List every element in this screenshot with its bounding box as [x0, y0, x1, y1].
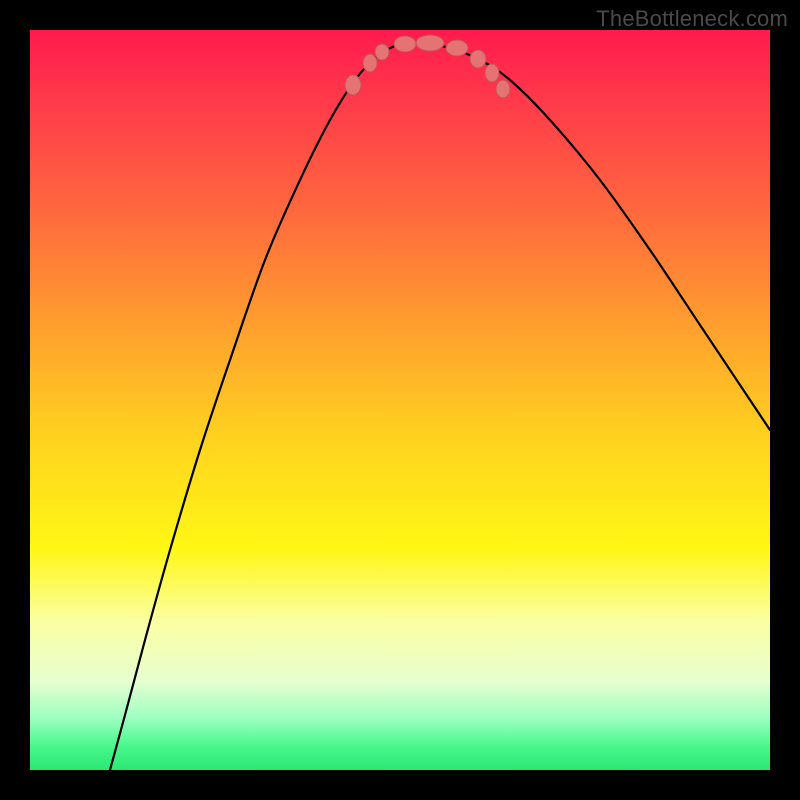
curve-marker-6	[470, 50, 486, 68]
watermark-text: TheBottleneck.com	[596, 6, 788, 32]
curve-marker-1	[363, 54, 377, 72]
curve-marker-5	[446, 40, 468, 56]
bottleneck-curve	[110, 44, 770, 771]
curve-markers	[345, 35, 510, 98]
curve-marker-8	[496, 80, 510, 98]
curve-marker-3	[394, 36, 416, 52]
curve-marker-0	[345, 75, 361, 95]
curve-svg	[30, 30, 770, 770]
curve-marker-7	[485, 64, 499, 82]
plot-area	[30, 30, 770, 770]
curve-marker-4	[416, 35, 444, 51]
chart-frame: TheBottleneck.com	[0, 0, 800, 800]
curve-marker-2	[375, 44, 389, 60]
